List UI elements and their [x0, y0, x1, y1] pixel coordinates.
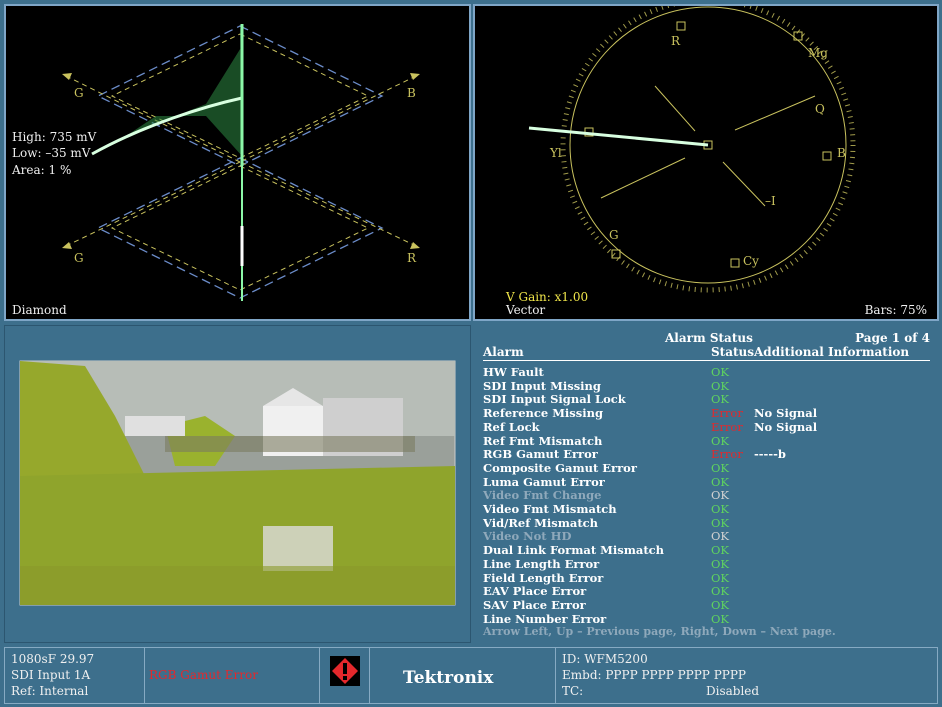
alarm-name: Video Fmt Change — [483, 488, 602, 503]
alarm-name: Ref Lock — [483, 419, 540, 434]
video-picture — [19, 360, 456, 606]
vector-target-i: –I — [765, 194, 776, 208]
vectorscope-graticule — [528, 6, 856, 293]
alarm-status: OK — [711, 502, 730, 516]
alarm-name: Reference Missing — [483, 406, 604, 421]
alarm-status: OK — [711, 556, 730, 571]
alarm-status: OK — [711, 474, 730, 489]
alarm-column-header: Alarm — [483, 345, 524, 359]
alarm-name: Luma Gamut Error — [483, 474, 605, 489]
alarm-status-panel: Alarm Status Page 1 of 4 Alarm Status Ad… — [475, 325, 938, 643]
alarm-status: Error — [711, 447, 743, 462]
alarm-status: OK — [711, 584, 730, 599]
alarm-info: No Signal — [754, 419, 818, 434]
status-column-header: Status — [711, 345, 755, 359]
timecode-value: Disabled — [706, 684, 760, 698]
diamond-display[interactable]: G B G R High: 735 mV Low: –35 mV Area: 1… — [4, 4, 471, 321]
vertical-gain-readout: V Gain: x1.00 — [506, 290, 589, 304]
alarm-status: OK — [711, 611, 730, 626]
bars-readout: Bars: 75% — [864, 303, 927, 317]
alarm-name: Ref Fmt Mismatch — [483, 433, 603, 448]
alarm-status: OK — [711, 488, 730, 503]
low-readout: Low: –35 mV — [12, 146, 91, 160]
alarm-name: SDI Input Signal Lock — [483, 392, 626, 407]
vector-target-yl: Yl — [550, 146, 562, 160]
status-bar: 1080sF 29.97 SDI Input 1A Ref: Internal … — [4, 647, 938, 704]
alarm-status: OK — [711, 433, 730, 448]
instrument-id: ID: WFM5200 — [562, 652, 648, 666]
embedded-audio: Embd: PPPP PPPP PPPP PPPP — [562, 668, 746, 682]
alarm-page-indicator: Page 1 of 4 — [855, 331, 930, 345]
alarm-status: Error — [711, 406, 743, 421]
picture-display[interactable] — [4, 325, 471, 643]
vector-target-mg: Mg — [808, 46, 828, 60]
info-column-header: Additional Information — [754, 345, 910, 359]
alarm-info: -----b — [754, 447, 786, 462]
alarm-name: Dual Link Format Mismatch — [483, 543, 665, 558]
diamond-graticule — [62, 24, 420, 301]
reference-source: Ref: Internal — [11, 684, 89, 698]
vector-target-r: R — [671, 34, 681, 48]
header-divider — [483, 360, 930, 361]
vector-target-cy: Cy — [743, 254, 759, 268]
axis-label-g-bottom: G — [74, 251, 84, 265]
display-label: Vector — [506, 303, 546, 317]
axis-label-g-top: G — [74, 86, 84, 100]
brand-area: Tektronix — [370, 648, 555, 703]
error-message: RGB Gamut Error — [149, 668, 258, 682]
vector-display[interactable]: R Mg B Q Yl –I G Cy V Gain: x1.00 Vector… — [473, 4, 939, 321]
input-name: SDI Input 1A — [11, 668, 91, 682]
tektronix-logo: Tektronix — [403, 668, 494, 688]
alarm-name: Line Number Error — [483, 611, 607, 626]
alarm-status: OK — [711, 570, 730, 585]
area-readout: Area: 1 % — [12, 163, 72, 177]
vector-target-q: Q — [815, 102, 825, 116]
alarm-info: No Signal — [754, 406, 818, 421]
alarm-status: OK — [711, 365, 730, 379]
warning-icon — [330, 656, 360, 686]
alarm-name: Video Fmt Mismatch — [483, 502, 617, 516]
alarm-name: SAV Place Error — [483, 597, 586, 612]
vector-target-g: G — [609, 228, 619, 242]
vector-target-b: B — [837, 146, 846, 160]
instrument-info: ID: WFM5200 Embd: PPPP PPPP PPPP PPPP TC… — [555, 648, 939, 703]
display-label: Diamond — [12, 303, 67, 317]
axis-label-b: B — [407, 86, 416, 100]
alarm-indicator[interactable] — [320, 648, 370, 703]
alarm-status: OK — [711, 460, 730, 475]
alarm-name: Line Length Error — [483, 556, 600, 571]
alarm-name: Video Not HD — [483, 529, 572, 544]
alarm-status: OK — [711, 597, 730, 612]
navigation-hint: Arrow Left, Up – Previous page, Right, D… — [483, 625, 836, 638]
alarm-status: OK — [711, 392, 730, 407]
signal-info: 1080sF 29.97 SDI Input 1A Ref: Internal — [5, 648, 145, 703]
alarm-panel-title: Alarm Status — [665, 331, 753, 345]
axis-label-r: R — [407, 251, 417, 265]
high-readout: High: 735 mV — [12, 130, 97, 144]
active-error: RGB Gamut Error — [145, 648, 320, 703]
alarm-status: OK — [711, 515, 730, 530]
timecode-label: TC: — [562, 684, 584, 698]
alarm-status: OK — [711, 529, 730, 544]
alarm-status: Error — [711, 419, 743, 434]
alarm-name: EAV Place Error — [483, 584, 587, 599]
alarm-name: SDI Input Missing — [483, 378, 601, 393]
video-format: 1080sF 29.97 — [11, 652, 95, 666]
alarm-name: HW Fault — [483, 365, 544, 379]
alarm-name: Field Length Error — [483, 570, 604, 585]
alarm-status: OK — [711, 378, 730, 393]
alarm-name: RGB Gamut Error — [483, 447, 598, 462]
alarm-status: OK — [711, 543, 730, 558]
alarm-name: Vid/Ref Mismatch — [483, 515, 599, 530]
alarm-name: Composite Gamut Error — [483, 460, 637, 475]
